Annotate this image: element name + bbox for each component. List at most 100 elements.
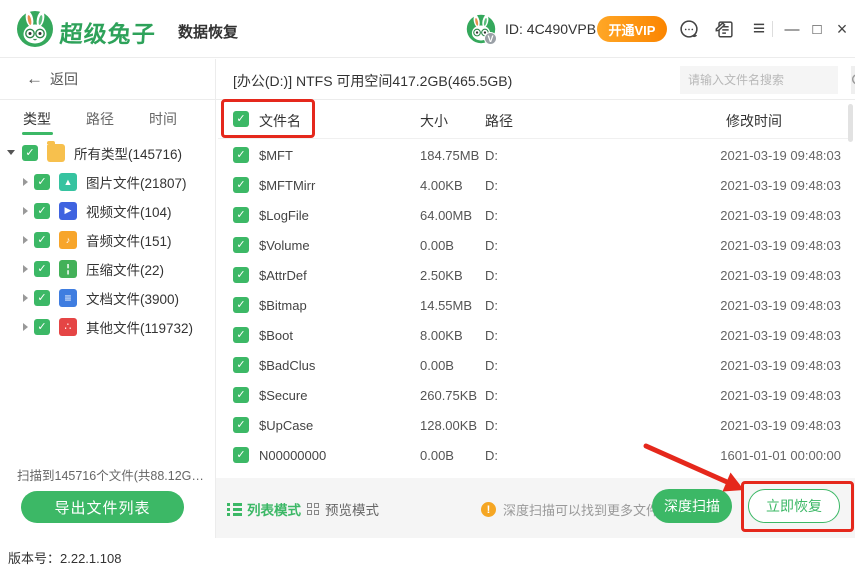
minimize-button[interactable]: — xyxy=(781,18,803,40)
tree-label: 文档文件(3900) xyxy=(86,288,179,308)
app-name-suffix: 数据恢复 xyxy=(178,21,238,42)
toolbar: ← 返回 [办公(D:)] NTFS 可用空间417.2GB(465.5GB) xyxy=(0,59,855,100)
tab-time[interactable]: 时间 xyxy=(149,109,177,129)
sidebar-divider xyxy=(215,59,216,538)
other-file-icon: ∴ xyxy=(59,318,77,336)
tree-item-archives[interactable]: ¦ 压缩文件(22) xyxy=(0,254,214,283)
file-path: D: xyxy=(485,268,498,283)
file-modified: 2021-03-19 09:48:03 xyxy=(690,268,841,283)
version-text: 版本号：2.22.1.108 xyxy=(8,548,121,567)
tree-item-others[interactable]: ∴ 其他文件(119732) xyxy=(0,312,214,341)
file-name: $BadClus xyxy=(259,358,315,373)
recover-now-button[interactable]: 立即恢复 xyxy=(748,489,840,523)
tree-label: 视频文件(104) xyxy=(86,201,172,221)
column-path[interactable]: 路径 xyxy=(485,111,513,131)
table-row[interactable]: $Boot 8.00KB D: 2021-03-19 09:48:03 xyxy=(218,320,848,350)
open-vip-button[interactable]: 开通VIP xyxy=(597,16,667,42)
tree-checkbox[interactable] xyxy=(34,174,50,190)
table-row[interactable]: $Volume 0.00B D: 2021-03-19 09:48:03 xyxy=(218,230,848,260)
file-size: 8.00KB xyxy=(420,328,463,343)
table-row[interactable]: $Bitmap 14.55MB D: 2021-03-19 09:48:03 xyxy=(218,290,848,320)
table-row[interactable]: $MFTMirr 4.00KB D: 2021-03-19 09:48:03 xyxy=(218,170,848,200)
select-all-checkbox[interactable] xyxy=(233,111,249,127)
back-arrow-icon: ← xyxy=(26,69,43,89)
search-icon[interactable] xyxy=(851,66,855,94)
search-input[interactable] xyxy=(680,66,851,94)
file-name: $Secure xyxy=(259,388,307,403)
file-name: $Boot xyxy=(259,328,293,343)
tree-checkbox[interactable] xyxy=(22,145,38,161)
customer-service-icon[interactable] xyxy=(678,18,700,40)
audio-file-icon: ♪ xyxy=(59,231,77,249)
caret-right-icon[interactable] xyxy=(23,178,28,186)
table-row[interactable]: $Secure 260.75KB D: 2021-03-19 09:48:03 xyxy=(218,380,848,410)
tree-item-images[interactable]: ▲ 图片文件(21807) xyxy=(0,167,214,196)
row-checkbox[interactable] xyxy=(233,177,249,193)
document-file-icon: ≡ xyxy=(59,289,77,307)
feedback-form-icon[interactable] xyxy=(714,18,736,40)
preview-mode-button[interactable]: 预览模式 xyxy=(307,499,379,519)
caret-right-icon[interactable] xyxy=(23,207,28,215)
file-path: D: xyxy=(485,148,498,163)
preview-mode-icon xyxy=(307,503,320,516)
row-checkbox[interactable] xyxy=(233,147,249,163)
column-modified[interactable]: 修改时间 xyxy=(726,111,782,131)
caret-right-icon[interactable] xyxy=(23,294,28,302)
tree-checkbox[interactable] xyxy=(34,203,50,219)
file-size: 14.55MB xyxy=(420,298,472,313)
file-size: 128.00KB xyxy=(420,418,477,433)
file-name: $LogFile xyxy=(259,208,309,223)
table-row[interactable]: $MFT 184.75MB D: 2021-03-19 09:48:03 xyxy=(218,140,848,170)
table-row[interactable]: $LogFile 64.00MB D: 2021-03-19 09:48:03 xyxy=(218,200,848,230)
caret-right-icon[interactable] xyxy=(23,323,28,331)
caret-right-icon[interactable] xyxy=(23,236,28,244)
tree-item-all-types[interactable]: 所有类型(145716) xyxy=(0,138,214,167)
back-button[interactable]: ← 返回 xyxy=(26,69,78,89)
column-size[interactable]: 大小 xyxy=(420,111,448,131)
file-path: D: xyxy=(485,298,498,313)
list-mode-button[interactable]: 列表模式 xyxy=(227,499,301,519)
row-checkbox[interactable] xyxy=(233,417,249,433)
file-name: $AttrDef xyxy=(259,268,307,283)
active-tab-underline xyxy=(22,132,53,135)
tab-type[interactable]: 类型 xyxy=(23,109,51,129)
row-checkbox[interactable] xyxy=(233,327,249,343)
file-size: 0.00B xyxy=(420,448,454,463)
row-checkbox[interactable] xyxy=(233,357,249,373)
hamburger-menu-icon[interactable]: ≡ xyxy=(748,18,770,40)
maximize-button[interactable]: □ xyxy=(806,18,828,40)
table-row[interactable]: $UpCase 128.00KB D: 2021-03-19 09:48:03 xyxy=(218,410,848,440)
table-row[interactable]: $BadClus 0.00B D: 2021-03-19 09:48:03 xyxy=(218,350,848,380)
caret-right-icon[interactable] xyxy=(23,265,28,273)
row-checkbox[interactable] xyxy=(233,447,249,463)
tree-checkbox[interactable] xyxy=(34,290,50,306)
tree-item-videos[interactable]: ▶ 视频文件(104) xyxy=(0,196,214,225)
file-modified: 1601-01-01 00:00:00 xyxy=(690,448,841,463)
tree-item-documents[interactable]: ≡ 文档文件(3900) xyxy=(0,283,214,312)
file-path: D: xyxy=(485,328,498,343)
file-name: $Volume xyxy=(259,238,310,253)
video-file-icon: ▶ xyxy=(59,202,77,220)
file-size: 2.50KB xyxy=(420,268,463,283)
file-path: D: xyxy=(485,388,498,403)
file-modified: 2021-03-19 09:48:03 xyxy=(690,388,841,403)
tab-path[interactable]: 路径 xyxy=(86,109,114,129)
tree-checkbox[interactable] xyxy=(34,319,50,335)
close-button[interactable]: × xyxy=(831,18,853,40)
caret-down-icon[interactable] xyxy=(7,150,15,155)
row-checkbox[interactable] xyxy=(233,237,249,253)
table-row[interactable]: N00000000 0.00B D: 1601-01-01 00:00:00 xyxy=(218,440,848,470)
deep-scan-button[interactable]: 深度扫描 xyxy=(652,489,732,523)
user-id: ID: 4C490VPB xyxy=(505,21,596,37)
row-checkbox[interactable] xyxy=(233,207,249,223)
export-file-list-button[interactable]: 导出文件列表 xyxy=(21,491,184,523)
table-row[interactable]: $AttrDef 2.50KB D: 2021-03-19 09:48:03 xyxy=(218,260,848,290)
tree-checkbox[interactable] xyxy=(34,232,50,248)
row-checkbox[interactable] xyxy=(233,387,249,403)
row-checkbox[interactable] xyxy=(233,267,249,283)
row-checkbox[interactable] xyxy=(233,297,249,313)
column-filename[interactable]: 文件名 xyxy=(259,111,301,131)
tree-item-audio[interactable]: ♪ 音频文件(151) xyxy=(0,225,214,254)
tree-checkbox[interactable] xyxy=(34,261,50,277)
scrollbar-thumb[interactable] xyxy=(848,104,853,142)
